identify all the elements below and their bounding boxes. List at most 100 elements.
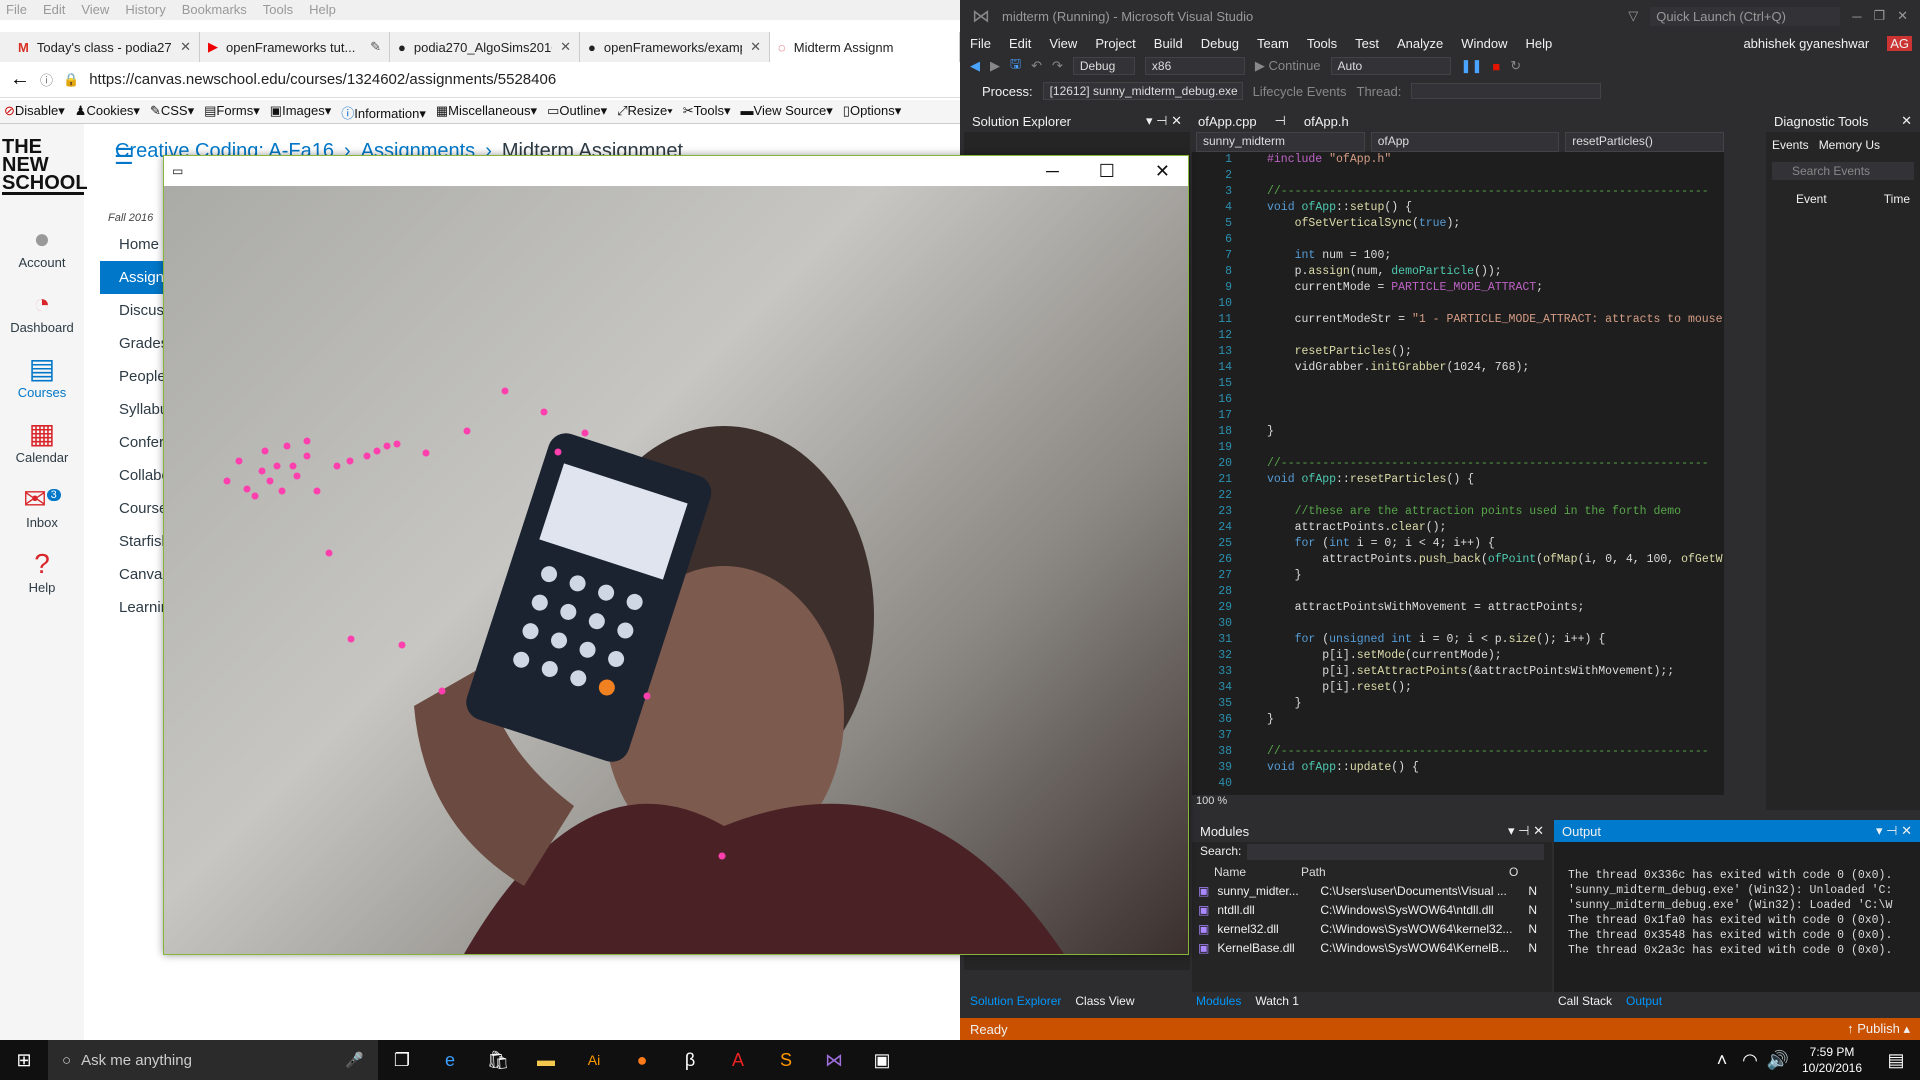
p5-icon[interactable]: β	[666, 1040, 714, 1080]
nav-calendar[interactable]: ▦ Calendar	[0, 401, 84, 465]
tab-call-stack[interactable]: Call Stack	[1558, 994, 1612, 1008]
tab-gmail[interactable]: MToday's class - podia270...✕	[10, 32, 200, 62]
menu-view[interactable]: View	[81, 2, 109, 18]
menu-edit[interactable]: Edit	[43, 2, 65, 18]
panel-close-icon[interactable]: ▾ ⊣ ✕	[1876, 823, 1912, 839]
restore-icon[interactable]: ❐	[1873, 8, 1885, 24]
start-icon[interactable]: ⊞	[0, 1040, 48, 1080]
sublime-icon[interactable]: S	[762, 1040, 810, 1080]
course-nav-collaborations[interactable]: Collabo	[100, 459, 170, 492]
vs-menu-analyze[interactable]: Analyze	[1397, 36, 1443, 51]
project-dropdown[interactable]: sunny_midterm	[1196, 132, 1365, 152]
course-nav-learning[interactable]: Learnin	[100, 591, 170, 624]
course-nav-syllabus[interactable]: Syllabu	[100, 393, 170, 426]
config-dropdown[interactable]: Debug	[1072, 57, 1135, 75]
menu-history[interactable]: History	[125, 2, 165, 18]
wd-resize[interactable]: ⤢Resize▾	[617, 103, 673, 120]
cortana-search[interactable]: ○ Ask me anything 🎤	[48, 1040, 378, 1080]
visual-studio-icon[interactable]: ⋈	[810, 1040, 858, 1080]
member-dropdown[interactable]: resetParticles()	[1565, 132, 1724, 152]
vs-menu-tools[interactable]: Tools	[1307, 36, 1337, 51]
wd-css[interactable]: ✎CSS▾	[150, 103, 194, 120]
close-tab-icon[interactable]: ✕	[750, 39, 761, 55]
vs-menu-window[interactable]: Window	[1461, 36, 1507, 51]
nav-back-icon[interactable]: ◀	[970, 58, 980, 74]
wd-disable[interactable]: ⊘Disable▾	[4, 103, 65, 120]
continue-button[interactable]: ▶ Continue	[1255, 58, 1321, 74]
minimize-icon[interactable]: ─	[1046, 161, 1059, 182]
chevron-up-icon[interactable]: ˄	[1708, 1040, 1736, 1080]
vs-menu-test[interactable]: Test	[1355, 36, 1379, 51]
vs-menu-build[interactable]: Build	[1154, 36, 1183, 51]
nav-inbox[interactable]: ✉ 3 Inbox	[0, 466, 84, 530]
acrobat-icon[interactable]: A	[714, 1040, 762, 1080]
vs-menu-edit[interactable]: Edit	[1009, 36, 1031, 51]
nav-dashboard[interactable]: ◔ Dashboard	[0, 271, 84, 335]
code-text[interactable]: #include "ofApp.h" //-------------------…	[1267, 152, 1724, 792]
close-tab-icon[interactable]: ✕	[560, 39, 571, 55]
webcam-feed[interactable]	[164, 186, 1188, 954]
stop-icon[interactable]: ■	[1492, 59, 1500, 74]
info-icon[interactable]: ⓘ	[40, 70, 53, 89]
pin-icon[interactable]: ⊣	[1275, 113, 1286, 129]
panel-close-icon[interactable]: ✕	[1901, 113, 1912, 129]
menu-file[interactable]: File	[6, 2, 27, 18]
vs-menu-view[interactable]: View	[1049, 36, 1077, 51]
course-nav-starfish[interactable]: Starfish	[100, 525, 170, 558]
menu-bookmarks[interactable]: Bookmarks	[182, 2, 247, 18]
wd-cookies[interactable]: ♟Cookies▾	[75, 103, 140, 120]
course-nav-course[interactable]: Course	[100, 492, 170, 525]
save-icon[interactable]: 🖫	[1010, 55, 1021, 77]
vs-menu-project[interactable]: Project	[1095, 36, 1135, 51]
firefox-icon[interactable]: ●	[618, 1040, 666, 1080]
tab-watch-1[interactable]: Watch 1	[1255, 994, 1299, 1008]
wd-forms[interactable]: ▤Forms▾	[204, 103, 260, 120]
file-explorer-icon[interactable]: ▬	[522, 1040, 570, 1080]
wd-information[interactable]: ⓘInformation▾	[341, 103, 426, 121]
close-icon[interactable]: ✕	[1155, 161, 1170, 182]
vs-user-avatar[interactable]: AG	[1887, 35, 1912, 51]
tab-youtube[interactable]: ▶ openFrameworks tut... ✎	[200, 32, 390, 62]
col-optimized[interactable]: O	[1509, 865, 1518, 879]
task-view-icon[interactable]: ❐	[378, 1040, 426, 1080]
close-tab-icon[interactable]: ✕	[180, 39, 191, 55]
tab-modules[interactable]: Modules	[1196, 994, 1241, 1008]
course-nav-discussions[interactable]: Discus	[100, 294, 170, 327]
vs-menu-team[interactable]: Team	[1257, 36, 1289, 51]
clock[interactable]: 7:59 PM 10/20/2016	[1792, 1044, 1872, 1076]
module-row[interactable]: ▣ kernel32.dll C:\Windows\SysWOW64\kernel3…	[1192, 919, 1552, 938]
panel-close-icon[interactable]: ▾ ⊣ ✕	[1508, 823, 1544, 839]
nav-forward-icon[interactable]: ▶	[990, 58, 1000, 74]
tab-ofapp-cpp[interactable]: ofApp.cpp	[1198, 114, 1257, 129]
pause-icon[interactable]: ❚❚	[1461, 58, 1483, 74]
tab-github-2[interactable]: ●openFrameworks/exampl...✕	[580, 32, 770, 62]
mic-icon[interactable]: 🎤	[345, 1051, 378, 1069]
volume-icon[interactable]: 🔊	[1764, 1040, 1792, 1080]
zoom-level[interactable]: 100 %	[1192, 795, 1724, 811]
edge-icon[interactable]: e	[426, 1040, 474, 1080]
mute-tab-icon[interactable]: ✎	[370, 39, 381, 55]
course-nav-assignments[interactable]: Assign	[100, 261, 170, 294]
tab-canvas[interactable]: ◌ Midterm Assignm	[770, 32, 960, 62]
tab-github-1[interactable]: ●podia270_AlgoSims2016/...✕	[390, 32, 580, 62]
tab-output[interactable]: Output	[1626, 994, 1662, 1008]
module-row[interactable]: ▣ ntdll.dll C:\Windows\SysWOW64\ntdll.dll N	[1192, 900, 1552, 919]
modules-search-input[interactable]	[1247, 844, 1544, 860]
tab-class-view[interactable]: Class View	[1075, 994, 1134, 1008]
wd-tools[interactable]: ✂Tools▾	[683, 103, 731, 120]
filter-icon[interactable]: ▽	[1628, 8, 1638, 24]
minimize-icon[interactable]: ─	[1852, 9, 1861, 24]
action-center-icon[interactable]: ▤	[1872, 1040, 1920, 1080]
course-nav-home[interactable]: Home	[100, 228, 170, 261]
class-dropdown[interactable]: ofApp	[1370, 132, 1560, 152]
wd-options[interactable]: ▯Options▾	[843, 103, 902, 120]
module-row[interactable]: ▣ KernelBase.dll C:\Windows\SysWOW64\Kerne…	[1192, 938, 1552, 957]
lifecycle-button[interactable]: Lifecycle Events	[1253, 84, 1347, 99]
course-nav-grades[interactable]: Grades	[100, 327, 170, 360]
wd-images[interactable]: ▣Images▾	[270, 103, 331, 120]
quick-launch-input[interactable]: Quick Launch (Ctrl+Q)	[1650, 6, 1841, 26]
auto-dropdown[interactable]: Auto	[1330, 57, 1451, 75]
wd-miscellaneous[interactable]: ▦Miscellaneous▾	[436, 103, 537, 120]
diag-tab-memory[interactable]: Memory Us	[1819, 138, 1880, 152]
wd-outline[interactable]: ▭Outline▾	[547, 103, 607, 120]
